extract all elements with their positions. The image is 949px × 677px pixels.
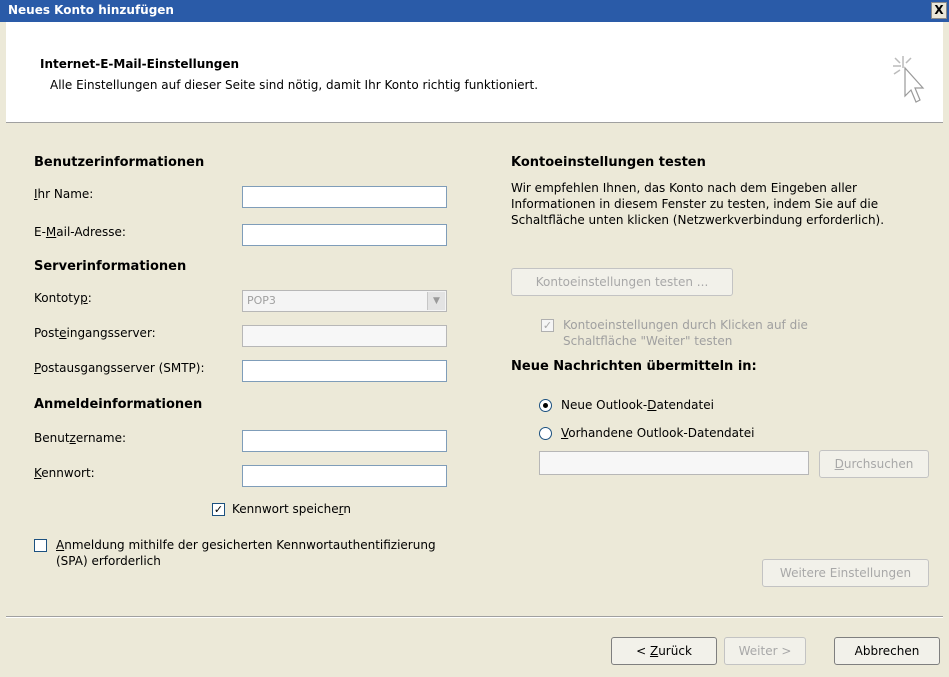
test-desc-line3: Schaltfläche unten klicken (Netzwerkverb… <box>511 213 885 227</box>
server-info-heading: Serverinformationen <box>34 259 187 274</box>
chevron-down-icon: ▼ <box>427 292 445 310</box>
login-info-heading: Anmeldeinformationen <box>34 397 203 412</box>
browse-button[interactable]: Durchsuchen <box>819 450 929 478</box>
account-type-select[interactable]: POP3 ▼ <box>242 290 447 312</box>
auto-test-label-line2: Schaltfläche "Weiter" testen <box>563 334 733 348</box>
header-subtitle: Alle Einstellungen auf dieser Seite sind… <box>50 78 539 92</box>
spa-label-line1: Anmeldung mithilfe der gesicherten Kennw… <box>56 538 436 552</box>
existing-datafile-label: Vorhandene Outlook-Datendatei <box>561 426 755 440</box>
window-title: Neues Konto hinzufügen <box>8 3 174 17</box>
test-heading: Kontoeinstellungen testen <box>511 155 706 170</box>
password-field[interactable] <box>242 465 447 487</box>
header-title: Internet-E-Mail-Einstellungen <box>40 57 240 71</box>
password-label: Kennwort: <box>34 466 95 480</box>
name-field[interactable] <box>242 186 447 208</box>
new-datafile-label: Neue Outlook-Datendatei <box>561 398 714 412</box>
account-type-value: POP3 <box>247 294 276 307</box>
username-label: Benutzername: <box>34 431 127 445</box>
incoming-server-field[interactable] <box>242 325 447 347</box>
email-label: E-Mail-Adresse: <box>34 225 126 239</box>
incoming-server-label: Posteingangsserver: <box>34 326 156 340</box>
auto-test-label-line1: Kontoeinstellungen durch Klicken auf die <box>563 318 808 332</box>
save-password-label: Kennwort speichern <box>232 502 351 516</box>
title-bar: Neues Konto hinzufügen X <box>0 0 949 22</box>
back-button[interactable]: < Zurück <box>611 637 717 665</box>
wizard-content: Benutzerinformationen Ihr Name: E-Mail-A… <box>6 123 943 616</box>
user-info-heading: Benutzerinformationen <box>34 155 205 170</box>
cursor-sparkle-icon <box>893 56 925 103</box>
save-password-checkbox[interactable]: ✓ <box>212 503 225 516</box>
test-desc-line1: Wir empfehlen Ihnen, das Konto nach dem … <box>511 181 857 195</box>
existing-datafile-radio[interactable] <box>539 427 552 440</box>
more-settings-button[interactable]: Weitere Einstellungen <box>762 559 929 587</box>
outgoing-server-field[interactable] <box>242 360 447 382</box>
spa-checkbox[interactable] <box>34 539 47 552</box>
username-field[interactable] <box>242 430 447 452</box>
next-button[interactable]: Weiter > <box>724 637 806 665</box>
spa-label-line2: (SPA) erforderlich <box>56 554 161 568</box>
account-type-label: Kontotyp: <box>34 291 92 305</box>
test-account-button[interactable]: Kontoeinstellungen testen ... <box>511 268 733 296</box>
footer-separator-highlight <box>6 617 943 618</box>
wizard-header: Internet-E-Mail-Einstellungen Alle Einst… <box>6 22 943 123</box>
cancel-button[interactable]: Abbrechen <box>834 637 940 665</box>
name-label: Ihr Name: <box>34 187 94 201</box>
existing-datafile-path[interactable] <box>539 451 809 475</box>
deliver-heading: Neue Nachrichten übermitteln in: <box>511 359 757 374</box>
new-datafile-radio[interactable] <box>539 399 552 412</box>
auto-test-checkbox[interactable]: ✓ <box>541 319 554 332</box>
close-button[interactable]: X <box>931 2 947 19</box>
outgoing-server-label: Postausgangsserver (SMTP): <box>34 361 205 375</box>
email-field[interactable] <box>242 224 447 246</box>
test-desc-line2: Informationen in diesem Fenster zu teste… <box>511 197 879 211</box>
